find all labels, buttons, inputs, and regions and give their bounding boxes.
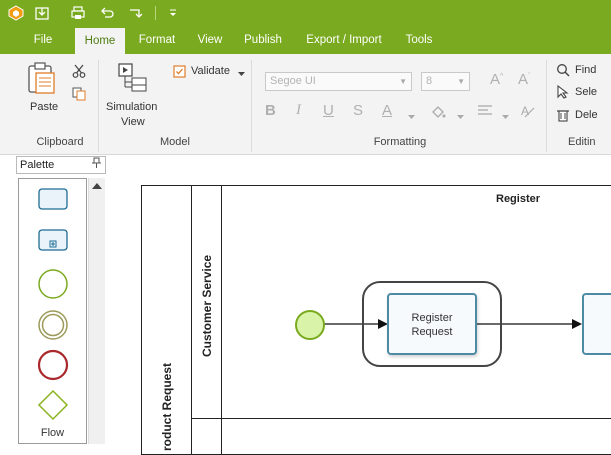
chevron-down-icon[interactable]: [502, 111, 509, 123]
chevron-down-icon: ▼: [399, 77, 407, 86]
ribbon-tabs: File Home Format View Publish Export / I…: [0, 26, 611, 54]
validate-dropdown-icon[interactable]: [238, 68, 245, 80]
group-editing-label: Editin: [568, 136, 596, 148]
tab-home[interactable]: Home: [75, 28, 125, 54]
bold-icon[interactable]: B: [265, 102, 276, 119]
validate-icon[interactable]: [173, 65, 186, 81]
palette-title: Palette: [20, 159, 55, 171]
group-model-label: Model: [160, 136, 190, 148]
select-button-label[interactable]: Sele: [575, 86, 597, 98]
fill-color-icon[interactable]: [430, 104, 446, 123]
simulation-view-label-1[interactable]: Simulation: [106, 101, 157, 113]
palette-start-event-shape[interactable]: [19, 268, 86, 300]
ribbon: Paste Clipboard Simulation View Validate…: [0, 54, 611, 155]
chevron-down-icon: ▼: [457, 77, 465, 86]
font-name-value: Segoe UI: [270, 75, 316, 87]
save-icon[interactable]: [32, 3, 52, 23]
undo-icon[interactable]: [97, 3, 117, 23]
tab-tools[interactable]: Tools: [398, 26, 440, 54]
palette-task-shape[interactable]: [19, 188, 86, 210]
align-icon[interactable]: [477, 104, 493, 121]
pin-icon[interactable]: [92, 157, 101, 174]
paste-icon[interactable]: [26, 62, 56, 97]
palette-gateway-shape[interactable]: [19, 389, 86, 421]
print-icon[interactable]: [68, 3, 88, 23]
tab-format[interactable]: Format: [133, 26, 181, 54]
clear-formatting-icon[interactable]: A: [520, 103, 536, 122]
palette-subprocess-shape[interactable]: [19, 229, 86, 251]
font-name-combo[interactable]: Segoe UI ▼: [265, 72, 412, 91]
chevron-down-icon[interactable]: [408, 111, 415, 123]
tab-publish[interactable]: Publish: [238, 26, 288, 54]
italic-icon[interactable]: I: [296, 102, 301, 119]
find-button-label[interactable]: Find: [575, 64, 596, 76]
palette-intermediate-event-shape[interactable]: [19, 309, 86, 341]
task-next-partial[interactable]: [582, 293, 611, 355]
palette-panel: Flow: [18, 178, 87, 444]
toolbar-separator: [155, 6, 156, 20]
copy-icon[interactable]: [72, 87, 86, 104]
simulation-view-icon[interactable]: [117, 62, 149, 97]
task-label-line2: Request: [411, 326, 453, 338]
find-icon[interactable]: [556, 63, 570, 80]
tab-view[interactable]: View: [190, 26, 230, 54]
tab-file[interactable]: File: [22, 26, 64, 54]
title-bar: [0, 0, 611, 26]
sequence-flows: [324, 319, 582, 329]
increase-font-icon[interactable]: A^: [490, 71, 503, 88]
tab-export-import[interactable]: Export / Import: [297, 26, 391, 54]
decrease-font-icon[interactable]: Aˇ: [518, 71, 530, 88]
diagram-canvas[interactable]: Register Customer Service roduct Request…: [106, 156, 611, 455]
svg-text:A: A: [521, 104, 529, 118]
app-logo-icon: [6, 3, 26, 23]
redo-icon[interactable]: [126, 3, 146, 23]
font-size-combo[interactable]: 8 ▼: [421, 72, 470, 91]
font-color-icon[interactable]: A: [382, 102, 392, 119]
delete-button-label[interactable]: Dele: [575, 109, 598, 121]
font-size-value: 8: [426, 75, 433, 87]
scroll-up-icon[interactable]: [92, 181, 102, 193]
underline-icon[interactable]: U: [323, 102, 334, 119]
start-event[interactable]: [294, 309, 326, 344]
strikethrough-icon[interactable]: S: [353, 102, 363, 119]
palette-end-event-shape[interactable]: [19, 349, 86, 381]
simulation-view-label-2[interactable]: View: [121, 116, 145, 128]
select-icon[interactable]: [556, 84, 570, 102]
group-separator: [98, 60, 99, 152]
group-separator: [251, 60, 252, 152]
task-label-line1: Register: [411, 312, 453, 324]
group-separator: [546, 60, 547, 152]
customize-toolbar-icon[interactable]: [163, 3, 183, 23]
paste-button-label[interactable]: Paste: [30, 101, 58, 113]
palette-scrollbar[interactable]: [88, 178, 105, 444]
palette-flow-label: Flow: [40, 427, 65, 439]
cut-icon[interactable]: [72, 64, 86, 81]
validate-button-label[interactable]: Validate: [191, 65, 230, 77]
group-formatting-label: Formatting: [373, 136, 427, 148]
delete-icon[interactable]: [557, 108, 569, 125]
group-clipboard-label: Clipboard: [36, 136, 84, 148]
palette-header[interactable]: Palette: [16, 156, 106, 174]
task-register-request[interactable]: Register Request: [387, 293, 477, 355]
chevron-down-icon[interactable]: [457, 111, 464, 123]
